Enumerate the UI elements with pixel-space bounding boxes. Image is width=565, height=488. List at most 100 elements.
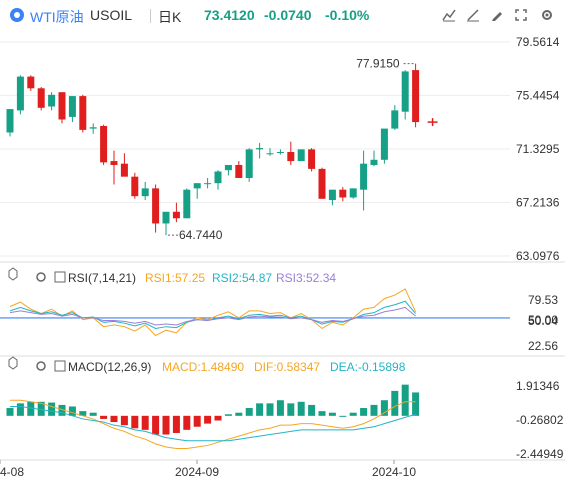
macd-bar [401,384,409,416]
macd-bar [110,415,118,423]
macd-bar [68,406,76,416]
settings-icon [36,272,46,282]
macd-bar [183,415,191,430]
min-price-label: 64.7440 [179,228,223,242]
rsi-axis-label: 79.53 [528,293,558,307]
candle-body [131,176,139,197]
candle-body [110,161,118,165]
macd-bar [6,408,14,416]
candle-body [79,96,87,130]
macd-bar [276,400,284,416]
candle-body [276,151,284,153]
candle-body [297,149,305,162]
price-axis-label: 67.2136 [516,195,560,209]
macd-legend-item: DIF:0.58347 [254,360,320,374]
macd-bar [48,402,56,416]
candle-body [349,188,357,198]
candle-body [48,94,56,107]
candle-body [318,168,326,199]
macd-bar [172,415,180,433]
candle-body [391,110,399,129]
candle-body [360,163,368,190]
macd-bar [162,415,170,435]
max-price-label: 77.9150 [356,57,400,71]
rsi-axis-label: 22.56 [528,339,558,353]
macd-bar [141,415,149,430]
price-axis-label: 71.3295 [516,142,560,156]
candle-body [58,92,66,120]
macd-bar [266,403,274,416]
macd-bar [287,403,295,416]
candle-body [308,149,316,169]
macd-bar [339,415,347,417]
macd-bar [224,414,232,416]
settings-icon [36,361,46,371]
rsi-legend-item: RSI1:57.25 [145,271,205,285]
macd-legend-item: MACD:1.48490 [162,360,244,374]
candle-body [152,188,160,224]
macd-bar [245,408,253,416]
macd-bar [16,403,24,416]
macd-bar [193,415,201,427]
candle-body [287,151,295,162]
candle-body [89,127,97,129]
macd-bar [297,401,305,416]
x-tick-label: 2024-10 [372,465,416,479]
macd-bar [380,400,388,416]
macd-bar [256,403,264,416]
macd-bar [131,415,139,429]
macd-bar [100,415,108,419]
rsi-indicator-name: RSI(7,14,21) [68,271,136,285]
candle-body [214,171,222,184]
price-axis-label: 63.0976 [516,249,560,263]
candle-body [172,211,180,219]
rsi-legend-item: RSI3:52.34 [276,271,336,285]
macd-axis-label: -2.44949 [516,447,564,461]
macd-bar [152,415,160,435]
candle-body [235,164,243,178]
candle-body [339,189,347,198]
macd-bar [370,404,378,416]
candle-body [328,189,336,201]
candle-body [68,96,76,117]
price-axis-label: 75.4454 [516,89,560,103]
macd-indicator-name: MACD(12,26,9) [68,360,151,374]
macd-bar [318,411,326,416]
macd-legend-item: DEA:-0.15898 [330,360,406,374]
candle-body [256,148,264,150]
rsi-legend-item: RSI2:54.87 [212,271,272,285]
candle-body [27,76,35,89]
candle-body [162,211,170,224]
candle-body [193,183,201,189]
macd-bar [391,390,399,416]
eye-icon [8,267,18,281]
macd-axis-label: 1.91346 [516,379,560,393]
macd-bar [328,412,336,416]
macd-bar [360,408,368,416]
macd-bar [214,415,222,421]
candle-body [100,125,108,163]
candle-body [370,159,378,165]
macd-bar [235,412,243,416]
x-tick-label: 2024-09 [175,465,219,479]
candle-body [141,188,149,197]
macd-bar [308,404,316,416]
rsi-axis-label: 50.04 [528,314,558,328]
expand-icon [54,360,66,372]
macd-bar [412,392,420,416]
candle-body [245,149,253,178]
expand-icon [54,271,66,283]
candle-body [183,189,191,219]
price-axis-label: 79.5614 [516,35,560,49]
candle-body [120,163,128,177]
candle-body [412,70,420,123]
candle-body [266,153,274,155]
candle-body [37,88,45,108]
candle-body [380,128,388,160]
chart-canvas[interactable]: 77.9150 64.7440 RSI(7,14,21) RSI1:57.25 RSI… [0,0,565,488]
candle-body [401,71,409,112]
rsi-line [9,288,417,337]
macd-bar [89,412,97,416]
macd-bar [349,412,357,416]
macd-axis-label: -0.26802 [516,413,564,427]
